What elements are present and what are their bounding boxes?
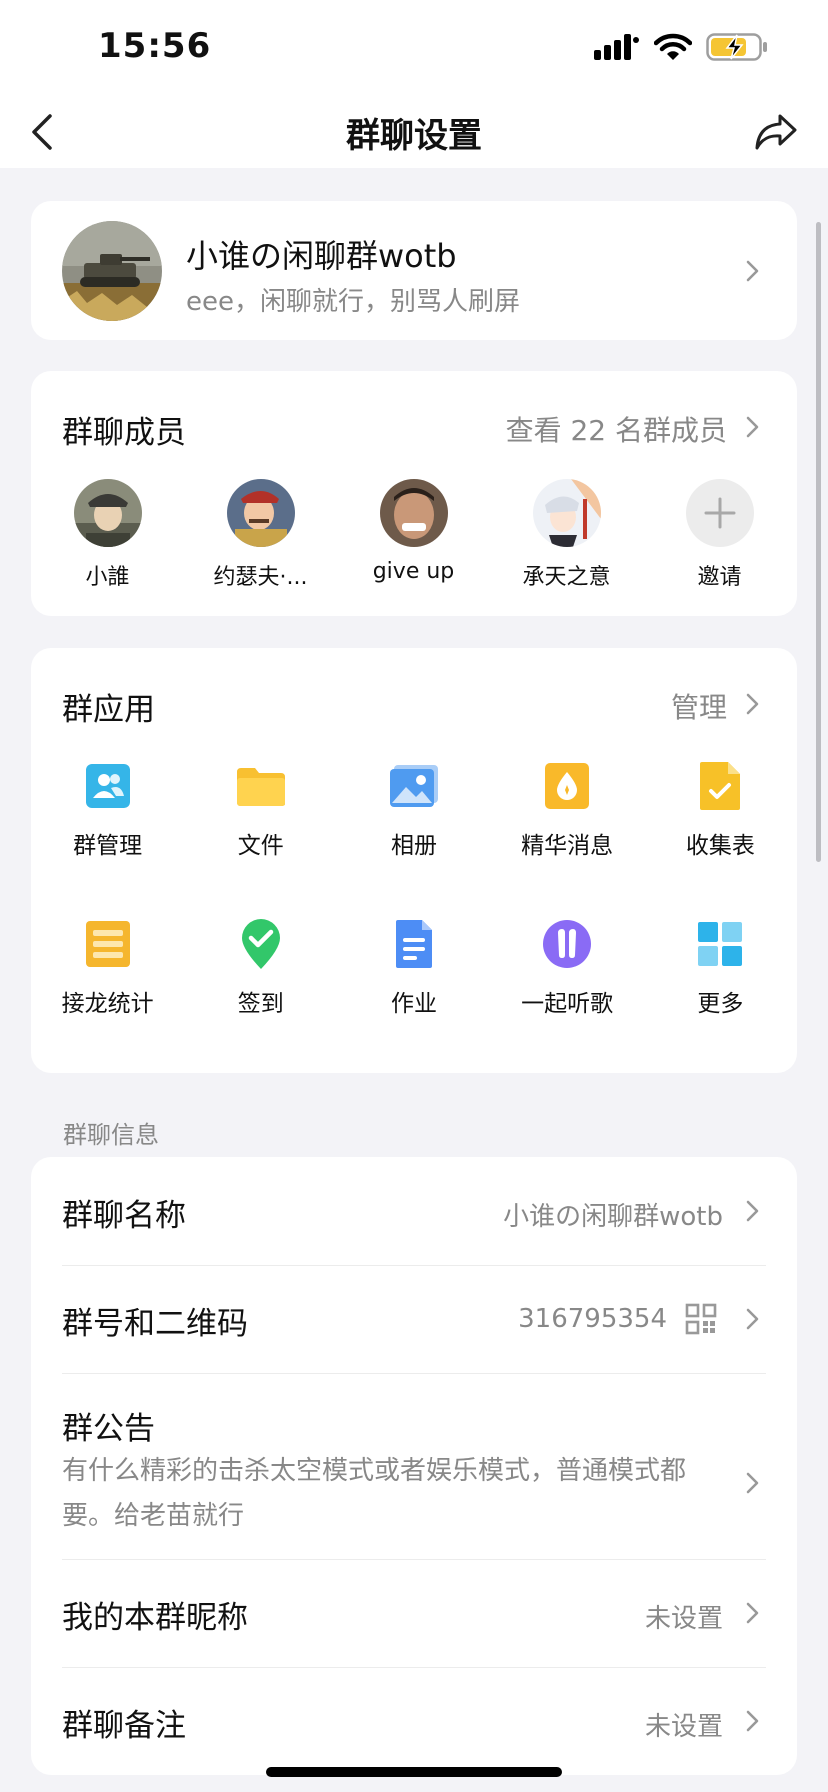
app-more[interactable]: 更多 xyxy=(644,918,797,1076)
members-title: 群聊成员 xyxy=(62,415,186,451)
signal-icon xyxy=(594,34,640,64)
manage-apps-link[interactable]: 管理 xyxy=(671,686,727,726)
group-remark-row[interactable]: 群聊备注 未设置 xyxy=(31,1667,797,1775)
chevron-right-icon xyxy=(743,414,761,440)
app-label: 精华消息 xyxy=(521,833,614,859)
plus-icon xyxy=(685,479,754,547)
group-avatar xyxy=(62,221,162,321)
app-label: 群管理 xyxy=(73,833,143,859)
nav-bar: 群聊设置 xyxy=(0,96,828,168)
album-icon xyxy=(388,760,440,812)
app-label: 收集表 xyxy=(685,833,755,859)
member-item[interactable]: give up xyxy=(337,479,490,591)
member-name: 小誰 xyxy=(85,565,130,590)
homework-icon xyxy=(388,918,440,970)
group-notice-title: 群公告 xyxy=(62,1411,155,1447)
group-remark-value: 未设置 xyxy=(644,1712,723,1742)
my-nickname-row[interactable]: 我的本群昵称 未设置 xyxy=(31,1559,797,1667)
app-relay-stats[interactable]: 接龙统计 xyxy=(31,918,184,1076)
group-info-section-label: 群聊信息 xyxy=(63,1121,159,1149)
apps-grid: 群管理 文件 相册 精华消息 收集表 接龙统计 签到 作业 一起听歌 更多 xyxy=(31,760,797,1076)
share-button[interactable] xyxy=(750,108,802,156)
share-icon xyxy=(755,114,797,150)
member-item[interactable]: 小誰 xyxy=(31,479,184,591)
qrcode-icon xyxy=(685,1303,717,1339)
group-profile-card[interactable]: 小谁の闲聊群wotb eee，闲聊就行，别骂人刷屏 xyxy=(31,201,797,340)
app-album[interactable]: 相册 xyxy=(337,760,490,918)
avatar xyxy=(73,479,142,547)
chevron-right-icon xyxy=(743,1600,761,1626)
chevron-right-icon xyxy=(743,1470,761,1496)
status-bar: 15:56 xyxy=(0,0,828,96)
app-label: 接龙统计 xyxy=(61,991,154,1017)
group-id-qrcode-row[interactable]: 群号和二维码 316795354 xyxy=(31,1265,797,1373)
group-name-value: 小谁の闲聊群wotb xyxy=(503,1202,723,1232)
app-label: 作业 xyxy=(390,991,437,1017)
group-apps-card: 群应用 管理 群管理 文件 相册 精华消息 收集表 接龙统计 签到 作业 一起听… xyxy=(31,648,797,1073)
wifi-icon xyxy=(653,33,693,65)
members-row: 小誰 约瑟夫·... give up 承天之意 邀请 xyxy=(31,479,797,591)
checkin-icon xyxy=(235,918,287,970)
group-id-value: 316795354 xyxy=(518,1304,667,1334)
apps-title: 群应用 xyxy=(62,692,155,728)
app-label: 相册 xyxy=(390,833,437,859)
page-title: 群聊设置 xyxy=(346,115,482,156)
essence-icon xyxy=(541,760,593,812)
scrollbar[interactable] xyxy=(816,222,821,862)
more-grid-icon xyxy=(694,918,746,970)
member-name: 约瑟夫·... xyxy=(213,565,308,590)
group-members-card: 群聊成员 查看 22 名群成员 小誰 约瑟夫·... give up 承天之意 … xyxy=(31,371,797,616)
chevron-right-icon xyxy=(743,691,761,717)
app-label: 更多 xyxy=(697,991,744,1017)
member-name: give up xyxy=(372,559,455,584)
member-item[interactable]: 承天之意 xyxy=(490,479,643,591)
chevron-right-icon xyxy=(743,1306,761,1332)
group-name-row[interactable]: 群聊名称 小谁の闲聊群wotb xyxy=(31,1157,797,1265)
group-notice-row[interactable]: 群公告 有什么精彩的击杀太空模式或者娱乐模式，普通模式都要。给老苗就行 xyxy=(31,1373,797,1558)
folder-icon xyxy=(235,760,287,812)
invite-label: 邀请 xyxy=(697,565,742,590)
back-button[interactable] xyxy=(18,108,66,156)
group-name-title: 群聊名称 xyxy=(62,1198,186,1234)
music-icon xyxy=(541,918,593,970)
avatar xyxy=(226,479,295,547)
app-label: 文件 xyxy=(237,833,284,859)
status-time: 15:56 xyxy=(98,26,212,66)
group-remark-title: 群聊备注 xyxy=(62,1708,186,1744)
group-manage-icon xyxy=(82,760,134,812)
app-essence[interactable]: 精华消息 xyxy=(491,760,644,918)
group-id-title: 群号和二维码 xyxy=(62,1306,248,1342)
app-homework[interactable]: 作业 xyxy=(337,918,490,1076)
group-info-card: 群聊名称 小谁の闲聊群wotb 群号和二维码 316795354 群公告 有什么… xyxy=(31,1157,797,1775)
relay-icon xyxy=(82,918,134,970)
avatar xyxy=(532,479,601,547)
back-arrow-icon xyxy=(32,114,52,150)
member-name: 承天之意 xyxy=(522,565,611,590)
app-checkin[interactable]: 签到 xyxy=(184,918,337,1076)
chevron-right-icon xyxy=(743,1198,761,1224)
group-name: 小谁の闲聊群wotb xyxy=(186,237,457,275)
home-indicator[interactable] xyxy=(266,1767,562,1777)
my-nickname-title: 我的本群昵称 xyxy=(62,1600,248,1636)
my-nickname-value: 未设置 xyxy=(644,1604,723,1634)
avatar xyxy=(379,479,448,547)
member-item[interactable]: 约瑟夫·... xyxy=(184,479,337,591)
app-collection-form[interactable]: 收集表 xyxy=(644,760,797,918)
view-all-members-link[interactable]: 查看 22 名群成员 xyxy=(506,409,727,449)
app-listen-together[interactable]: 一起听歌 xyxy=(491,918,644,1076)
app-label: 签到 xyxy=(237,991,284,1017)
app-label: 一起听歌 xyxy=(521,991,614,1017)
form-icon xyxy=(694,760,746,812)
group-description: eee，闲聊就行，别骂人刷屏 xyxy=(186,287,520,317)
invite-member-button[interactable]: 邀请 xyxy=(643,479,796,591)
battery-charging-icon xyxy=(706,32,768,66)
chevron-right-icon xyxy=(743,258,761,284)
group-notice-text: 有什么精彩的击杀太空模式或者娱乐模式，普通模式都要。给老苗就行 xyxy=(62,1456,687,1531)
app-group-manage[interactable]: 群管理 xyxy=(31,760,184,918)
app-files[interactable]: 文件 xyxy=(184,760,337,918)
chevron-right-icon xyxy=(743,1708,761,1734)
